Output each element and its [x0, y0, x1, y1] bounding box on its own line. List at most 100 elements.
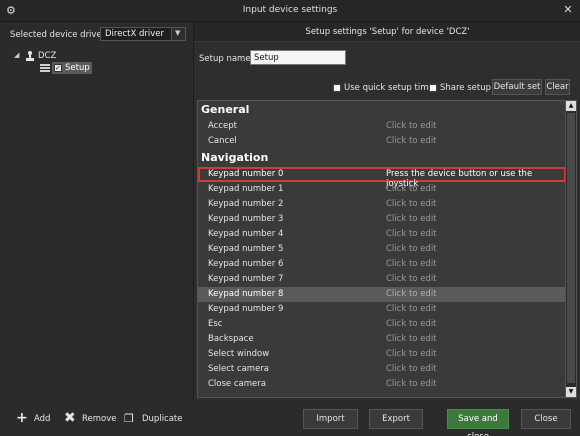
duplicate-label: Duplicate: [142, 414, 183, 424]
binding-name: Accept: [208, 121, 237, 131]
table-row[interactable]: Cancel Click to edit: [198, 134, 566, 149]
binding-name: Cancel: [208, 136, 237, 146]
bottom-bar: + Add ✖ Remove ❐ Duplicate Import Export…: [0, 400, 580, 436]
table-row[interactable]: Keypad number 9 Click to edit: [198, 302, 566, 317]
add-button[interactable]: + Add: [16, 410, 56, 426]
plus-icon: +: [16, 410, 28, 426]
device-panel: Selected device driver: DirectX driver ▼…: [0, 22, 192, 400]
setup-name-input[interactable]: [250, 50, 346, 65]
binding-name: Select window: [208, 349, 270, 359]
section-header: General: [201, 103, 250, 116]
collapse-arrow-icon[interactable]: ◢: [14, 51, 19, 59]
table-row[interactable]: Keypad number 2 Click to edit: [198, 197, 566, 212]
binding-value[interactable]: Click to edit: [386, 319, 437, 329]
binding-name: Keypad number 0: [208, 169, 284, 179]
clear-button[interactable]: Clear: [545, 79, 570, 95]
tree-item-setup-label: Setup: [65, 63, 90, 73]
default-set-button[interactable]: Default set: [492, 79, 542, 95]
driver-select-value: DirectX driver: [105, 29, 164, 39]
table-row[interactable]: Accept Click to edit: [198, 119, 566, 134]
binding-value[interactable]: Click to edit: [386, 244, 437, 254]
binding-value[interactable]: Click to edit: [386, 349, 437, 359]
scrollbar-thumb[interactable]: [567, 113, 575, 383]
bindings-list: General Accept Click to edit Cancel Click to…: [197, 100, 577, 398]
tree-item-setup[interactable]: ✓ Setup: [40, 62, 100, 74]
settings-panel: Setup settings 'Setup' for device 'DCZ' …: [193, 22, 580, 400]
binding-value[interactable]: Click to edit: [386, 274, 437, 284]
binding-value[interactable]: Click to edit: [386, 289, 437, 299]
table-row[interactable]: Keypad number 8 Click to edit: [198, 287, 566, 302]
table-row[interactable]: Keypad number 5 Click to edit: [198, 242, 566, 257]
binding-value[interactable]: Click to edit: [386, 184, 437, 194]
remove-label: Remove: [82, 414, 117, 424]
table-row[interactable]: Keypad number 3 Click to edit: [198, 212, 566, 227]
binding-value[interactable]: Click to edit: [386, 379, 437, 389]
binding-value[interactable]: Click to edit: [386, 121, 437, 131]
settings-header: Setup settings 'Setup' for device 'DCZ': [194, 22, 580, 42]
close-icon[interactable]: ✕: [562, 4, 574, 16]
binding-name: Keypad number 6: [208, 259, 284, 269]
x-icon: ✖: [64, 410, 76, 426]
table-row[interactable]: Close camera Click to edit: [198, 377, 566, 392]
table-row[interactable]: Select window Click to edit: [198, 347, 566, 362]
scroll-down-icon[interactable]: ▼: [566, 387, 576, 397]
tree-item-device-label: DCZ: [38, 51, 57, 61]
binding-value[interactable]: Click to edit: [386, 136, 437, 146]
joystick-icon: [24, 50, 36, 62]
quick-setup-checkbox[interactable]: [333, 84, 341, 92]
binding-value[interactable]: Click to edit: [386, 334, 437, 344]
setup-checkbox[interactable]: ✓: [54, 64, 62, 72]
import-button[interactable]: Import: [303, 409, 358, 429]
remove-button[interactable]: ✖ Remove: [64, 410, 117, 426]
table-row[interactable]: Keypad number 4 Click to edit: [198, 227, 566, 242]
list-icon: [40, 64, 50, 72]
binding-value[interactable]: Click to edit: [386, 199, 437, 209]
binding-name: Select camera: [208, 364, 270, 374]
table-row[interactable]: Keypad number 6 Click to edit: [198, 257, 566, 272]
section-header: Navigation: [201, 151, 269, 164]
binding-value[interactable]: Click to edit: [386, 304, 437, 314]
binding-name: Backspace: [208, 334, 254, 344]
binding-name: Keypad number 2: [208, 199, 284, 209]
driver-dropdown-button[interactable]: ▼: [171, 28, 185, 40]
binding-name: Keypad number 9: [208, 304, 284, 314]
quick-setup-label: Use quick setup time: [344, 83, 434, 93]
binding-value[interactable]: Click to edit: [386, 214, 437, 224]
scroll-up-icon[interactable]: ▲: [566, 101, 576, 111]
share-setup-checkbox[interactable]: [429, 84, 437, 92]
binding-name: Keypad number 5: [208, 244, 284, 254]
driver-select[interactable]: DirectX driver ▼: [100, 27, 186, 41]
table-row[interactable]: Keypad number 7 Click to edit: [198, 272, 566, 287]
chevron-down-icon: ▼: [175, 29, 181, 37]
binding-name: Keypad number 4: [208, 229, 284, 239]
table-row[interactable]: Backspace Click to edit: [198, 332, 566, 347]
duplicate-icon: ❐: [124, 412, 134, 425]
duplicate-button[interactable]: ❐ Duplicate: [124, 412, 184, 426]
binding-name: Close camera: [208, 379, 266, 389]
share-setup-label: Share setup: [440, 83, 492, 93]
table-row[interactable]: Select camera Click to edit: [198, 362, 566, 377]
table-row[interactable]: Keypad number 0 Press the device button o…: [198, 167, 566, 189]
binding-name: Esc: [208, 319, 223, 329]
binding-name: Keypad number 8: [208, 289, 284, 299]
binding-value[interactable]: Click to edit: [386, 364, 437, 374]
binding-name: Keypad number 7: [208, 274, 284, 284]
scrollbar[interactable]: ▲ ▼: [565, 101, 576, 397]
tree-item-setup-selected[interactable]: ✓ Setup: [52, 62, 92, 74]
binding-value[interactable]: Click to edit: [386, 229, 437, 239]
save-and-close-button[interactable]: Save and close: [447, 409, 509, 436]
settings-header-text: Setup settings 'Setup' for device 'DCZ': [305, 27, 470, 37]
title-bar: ⚙ Input device settings ✕: [0, 0, 580, 22]
bindings-list-body: General Accept Click to edit Cancel Click to…: [198, 101, 576, 392]
driver-label: Selected device driver:: [10, 30, 108, 40]
binding-value[interactable]: Click to edit: [386, 259, 437, 269]
setup-name-label: Setup name:: [199, 54, 254, 64]
close-button[interactable]: Close: [521, 409, 571, 429]
add-label: Add: [34, 414, 51, 424]
binding-name: Keypad number 3: [208, 214, 284, 224]
export-button[interactable]: Export: [369, 409, 423, 429]
window-title: Input device settings: [242, 5, 338, 15]
binding-name: Keypad number 1: [208, 184, 284, 194]
table-row[interactable]: Keypad number 1 Click to edit: [198, 182, 566, 197]
table-row[interactable]: Esc Click to edit: [198, 317, 566, 332]
